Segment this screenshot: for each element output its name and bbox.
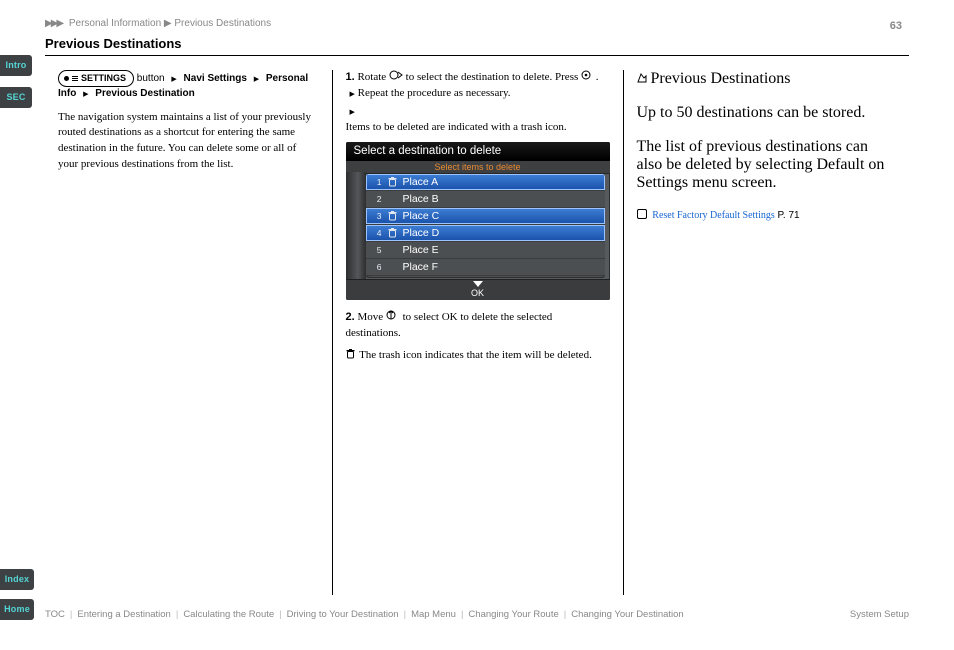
list-item-label: Place A bbox=[403, 174, 439, 190]
breadcrumb-arrows: ▶▶▶ bbox=[45, 18, 62, 29]
step-1-text-b: to select the destination to delete. Pre… bbox=[406, 71, 579, 83]
step-1-text-a: Rotate bbox=[357, 71, 386, 83]
toc-item[interactable]: Driving to Your Destination bbox=[287, 609, 399, 620]
col-right: Previous Destinations Up to 50 destinati… bbox=[623, 70, 910, 595]
toc-item[interactable]: Changing Your Destination bbox=[571, 609, 684, 620]
list-item-number: 6 bbox=[372, 259, 382, 275]
step-2-num: 2. bbox=[346, 311, 355, 323]
list-item-label: Place C bbox=[403, 208, 440, 224]
list-item[interactable]: 5 Place E bbox=[366, 242, 605, 259]
toc-item[interactable]: TOC bbox=[45, 609, 65, 620]
footer-toc[interactable]: TOC|Entering a Destination|Calculating t… bbox=[45, 609, 684, 620]
device-screenshot: Select a destination to delete Select it… bbox=[346, 142, 610, 300]
path-seg-3: Previous Destination bbox=[95, 88, 194, 99]
device-ok-bar[interactable]: OK bbox=[346, 279, 610, 300]
list-item-label: Place D bbox=[403, 225, 440, 241]
path-sep-icon-1 bbox=[167, 73, 180, 84]
toc-item[interactable]: Calculating the Route bbox=[183, 609, 274, 620]
page-title: Previous Destinations bbox=[45, 36, 182, 51]
intro-text: The navigation system maintains a list o… bbox=[58, 110, 319, 174]
breadcrumb-text: Personal Information ▶ Previous Destinat… bbox=[69, 18, 271, 29]
col-left: SETTINGS button Navi Settings Personal I… bbox=[45, 70, 332, 595]
list-item[interactable]: 2 Place B bbox=[366, 191, 605, 208]
note-flag-icon bbox=[637, 73, 647, 83]
xref-page: P. 71 bbox=[778, 210, 800, 221]
step-2-text-a: Move bbox=[357, 311, 383, 323]
move-dial-icon bbox=[386, 310, 400, 320]
toc-item[interactable]: Changing Your Route bbox=[468, 609, 558, 620]
step-1-tail: Repeat the procedure as necessary. bbox=[358, 87, 511, 99]
menu-bars-icon bbox=[72, 76, 78, 81]
press-dial-icon bbox=[581, 70, 593, 80]
title-rule bbox=[45, 55, 909, 56]
xref-box-icon bbox=[637, 209, 647, 219]
step-1-num: 1. bbox=[346, 71, 355, 83]
tab-sec[interactable]: SEC bbox=[0, 87, 32, 108]
menu-path: SETTINGS button Navi Settings Personal I… bbox=[58, 70, 319, 102]
device-list: 1 Place A 2 Place B 3 Place C 4 Place D 5 Place E… bbox=[366, 174, 605, 278]
xref-link[interactable]: Reset Factory Default Settings bbox=[652, 210, 774, 221]
list-item[interactable]: 4 Place D bbox=[366, 225, 605, 242]
step-2: 2. Move to select OK to delete the selec… bbox=[346, 310, 610, 342]
step-1: 1. Rotate to select the destination to d… bbox=[346, 70, 610, 136]
list-item-number: 3 bbox=[372, 208, 382, 224]
list-item[interactable]: 3 Place C bbox=[366, 208, 605, 225]
tab-home[interactable]: Home bbox=[0, 599, 34, 620]
list-item-label: Place F bbox=[403, 259, 439, 275]
trash-icon bbox=[388, 228, 397, 238]
record-dot-icon bbox=[64, 76, 69, 81]
content-columns: SETTINGS button Navi Settings Personal I… bbox=[45, 70, 909, 595]
settings-pill-label: SETTINGS bbox=[81, 72, 126, 85]
settings-pill: SETTINGS bbox=[58, 70, 134, 87]
step-1-text-c: . bbox=[596, 71, 599, 83]
device-ok-label: OK bbox=[471, 288, 484, 298]
page-number: 63 bbox=[890, 20, 902, 32]
col-center: 1. Rotate to select the destination to d… bbox=[332, 70, 623, 595]
cross-reference[interactable]: Reset Factory Default Settings P. 71 bbox=[637, 208, 897, 223]
steps: 1. Rotate to select the destination to d… bbox=[346, 70, 610, 136]
toc-item[interactable]: Entering a Destination bbox=[77, 609, 170, 620]
continue-arrow-icon bbox=[346, 87, 355, 99]
list-item-number: 1 bbox=[372, 174, 382, 190]
tab-intro[interactable]: Intro bbox=[0, 55, 32, 76]
list-item-number: 5 bbox=[372, 242, 382, 258]
tab-index[interactable]: Index bbox=[0, 569, 34, 590]
device-title: Select a destination to delete bbox=[346, 142, 610, 161]
info-heading: Previous Destinations bbox=[651, 70, 791, 87]
chevron-down-icon bbox=[473, 281, 483, 287]
list-item-label: Place B bbox=[403, 191, 439, 207]
path-seg-1: Navi Settings bbox=[184, 73, 247, 84]
breadcrumb: ▶▶▶ Personal Information ▶ Previous Dest… bbox=[45, 19, 271, 29]
trash-icon bbox=[346, 349, 355, 359]
device-left-strip bbox=[346, 172, 366, 280]
section-vertical-label: System Setup bbox=[850, 609, 909, 620]
list-item[interactable]: 6 Place F bbox=[366, 259, 605, 276]
toc-item[interactable]: Map Menu bbox=[411, 609, 456, 620]
trash-icon bbox=[388, 211, 397, 221]
list-item[interactable]: 1 Place A bbox=[366, 174, 605, 191]
steps-2: 2. Move to select OK to delete the selec… bbox=[346, 310, 610, 342]
trash-meaning: The trash icon indicates that the item w… bbox=[346, 348, 610, 364]
info-xref-lead: The list of previous destinations can al… bbox=[637, 138, 897, 192]
list-item-number: 4 bbox=[372, 225, 382, 241]
step-1-note: Items to be deleted are indicated with a… bbox=[346, 121, 567, 133]
path-sep-icon-3 bbox=[79, 88, 92, 99]
info-heading-row: Previous Destinations bbox=[637, 70, 897, 88]
trash-meaning-text: The trash icon indicates that the item w… bbox=[359, 349, 592, 361]
device-subtitle: Select items to delete bbox=[346, 161, 610, 174]
list-item-number: 2 bbox=[372, 191, 382, 207]
path-sep-icon-2 bbox=[250, 73, 263, 84]
continue-arrow-icon-2 bbox=[346, 104, 610, 120]
rotate-dial-icon bbox=[389, 70, 403, 80]
trash-icon bbox=[388, 177, 397, 187]
info-body: Up to 50 destinations can be stored. bbox=[637, 104, 897, 122]
list-item-label: Place E bbox=[403, 242, 439, 258]
